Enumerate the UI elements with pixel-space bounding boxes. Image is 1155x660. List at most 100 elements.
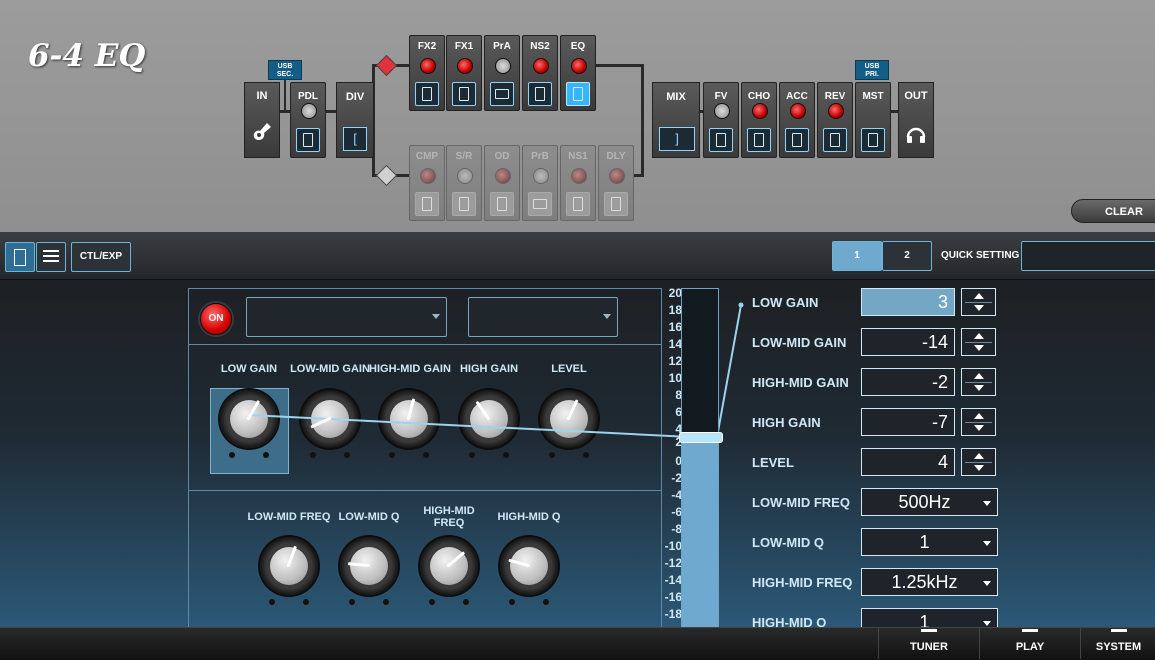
knob-low-mid-gain[interactable] bbox=[301, 390, 359, 448]
knob-low-mid-q[interactable] bbox=[340, 537, 398, 595]
param-value-high-mid-gain[interactable]: -2 bbox=[861, 368, 955, 396]
led-icon bbox=[457, 58, 473, 74]
param-label: LOW GAIN bbox=[752, 295, 819, 310]
param-select-low-mid-q[interactable]: 1 bbox=[861, 528, 998, 556]
block-label: OD bbox=[494, 151, 510, 162]
indicator-icon bbox=[921, 629, 937, 632]
pedal-icon bbox=[415, 192, 439, 216]
list-view-button[interactable] bbox=[36, 242, 66, 272]
param-select-high-mid-freq[interactable]: 1.25kHz bbox=[861, 568, 998, 596]
path-b-selector-icon[interactable] bbox=[375, 164, 398, 187]
block-label: PrA bbox=[493, 41, 511, 52]
chain-block-acc[interactable]: ACC bbox=[779, 82, 815, 158]
chain-block-dly[interactable]: DLY bbox=[598, 145, 634, 221]
on-button[interactable]: ON bbox=[200, 303, 232, 335]
knob-label-low-mid-freq: LOW-MID FREQ bbox=[247, 511, 331, 523]
chain-block-fx1[interactable]: FX1 bbox=[446, 35, 482, 111]
pedal-icon bbox=[566, 192, 590, 216]
chain-block-fx2[interactable]: FX2 bbox=[409, 35, 445, 111]
chevron-down-icon bbox=[983, 621, 991, 626]
pedal-icon bbox=[490, 192, 514, 216]
chain-block-mst[interactable]: MST bbox=[855, 82, 891, 158]
stepper[interactable] bbox=[961, 448, 996, 476]
effect-type-select[interactable] bbox=[246, 297, 447, 337]
block-label: S/R bbox=[455, 151, 473, 162]
knob-high-mid-freq[interactable] bbox=[420, 537, 478, 595]
led-icon bbox=[495, 168, 511, 184]
slider-fill bbox=[682, 438, 718, 629]
chain-block-cho[interactable]: CHO bbox=[741, 82, 777, 158]
chain-block-ns2[interactable]: NS2 bbox=[522, 35, 558, 111]
chevron-down-icon bbox=[983, 501, 991, 506]
path-a-selector-icon[interactable] bbox=[375, 54, 398, 77]
slider-thumb[interactable] bbox=[679, 432, 723, 443]
block-label: NS2 bbox=[530, 41, 550, 52]
knob-label-high-gain: HIGH GAIN bbox=[459, 363, 519, 375]
chain-block-pdl[interactable]: PDL bbox=[290, 82, 326, 158]
gain-slider[interactable] bbox=[679, 288, 723, 630]
knob-low-mid-freq[interactable] bbox=[260, 537, 318, 595]
led-icon bbox=[533, 58, 549, 74]
mixer-icon: ] bbox=[659, 127, 695, 151]
chain-block-fv[interactable]: FV bbox=[703, 82, 739, 158]
knob-level[interactable] bbox=[540, 390, 598, 448]
knob-icon bbox=[495, 58, 511, 74]
headphones-icon bbox=[905, 123, 927, 145]
quick-setting-field[interactable] bbox=[1021, 241, 1155, 271]
tab-1[interactable]: 1 bbox=[832, 241, 882, 271]
chain-block-pra[interactable]: PrA bbox=[484, 35, 520, 111]
pedal-icon bbox=[823, 128, 847, 152]
pedal-view-button[interactable] bbox=[5, 242, 35, 272]
led-icon bbox=[420, 168, 436, 184]
knob-label-low-mid-q: LOW-MID Q bbox=[338, 511, 400, 523]
chain-block-cmp[interactable]: CMP bbox=[409, 145, 445, 221]
clear-button[interactable]: CLEAR bbox=[1071, 199, 1155, 223]
effect-variant-select[interactable] bbox=[468, 297, 618, 337]
output-label: OUT bbox=[904, 90, 928, 102]
pedal-icon bbox=[528, 82, 552, 106]
knob-label-low-mid-gain: LOW-MID GAIN bbox=[290, 363, 370, 375]
stepper[interactable] bbox=[961, 368, 996, 396]
chain-block-prb[interactable]: PrB bbox=[522, 145, 558, 221]
pedal-icon bbox=[452, 192, 476, 216]
param-value-low-mid-gain[interactable]: -14 bbox=[861, 328, 955, 356]
output-block[interactable]: OUT bbox=[898, 82, 934, 158]
chain-block-od[interactable]: OD bbox=[484, 145, 520, 221]
tab-2[interactable]: 2 bbox=[882, 241, 932, 271]
tuner-button[interactable]: TUNER bbox=[878, 627, 979, 659]
chain-block-ns1[interactable]: NS1 bbox=[560, 145, 596, 221]
divider-block[interactable]: DIV [ bbox=[336, 82, 374, 158]
knob-high-mid-gain[interactable] bbox=[380, 390, 438, 448]
param-select-low-mid-freq[interactable]: 500Hz bbox=[861, 488, 998, 516]
play-button[interactable]: PLAY bbox=[979, 627, 1080, 659]
mix-label: MIX bbox=[666, 91, 686, 103]
param-label: HIGH GAIN bbox=[752, 415, 821, 430]
amp-icon bbox=[528, 192, 552, 216]
pedal-icon bbox=[785, 128, 809, 152]
mixer-block[interactable]: MIX ] bbox=[652, 82, 700, 158]
led-icon bbox=[609, 168, 625, 184]
chain-block-sr[interactable]: S/R bbox=[446, 145, 482, 221]
knob-label-level: LEVEL bbox=[551, 363, 587, 375]
led-icon bbox=[571, 168, 587, 184]
input-block[interactable]: IN bbox=[244, 82, 280, 158]
pedal-icon bbox=[604, 192, 628, 216]
quick-setting-label: QUICK SETTING bbox=[941, 250, 1020, 261]
chain-block-rev[interactable]: REV bbox=[817, 82, 853, 158]
param-value-low-gain[interactable]: 3 bbox=[861, 288, 955, 316]
chevron-down-icon bbox=[432, 314, 440, 319]
indicator-icon bbox=[1110, 629, 1127, 632]
param-value-level[interactable]: 4 bbox=[861, 448, 955, 476]
chain-block-eq[interactable]: EQ bbox=[560, 35, 596, 111]
knob-high-gain[interactable] bbox=[460, 390, 518, 448]
knob-high-mid-q[interactable] bbox=[500, 537, 558, 595]
stepper[interactable] bbox=[961, 408, 996, 436]
knob-low-gain[interactable] bbox=[220, 390, 278, 448]
knob-label-low-gain: LOW GAIN bbox=[220, 363, 278, 375]
stepper[interactable] bbox=[961, 288, 996, 316]
ctl-exp-button[interactable]: CTL/EXP bbox=[71, 242, 131, 272]
system-button[interactable]: SYSTEM bbox=[1080, 627, 1155, 659]
stepper[interactable] bbox=[961, 328, 996, 356]
pedal-icon bbox=[14, 249, 26, 266]
param-value-high-gain[interactable]: -7 bbox=[861, 408, 955, 436]
